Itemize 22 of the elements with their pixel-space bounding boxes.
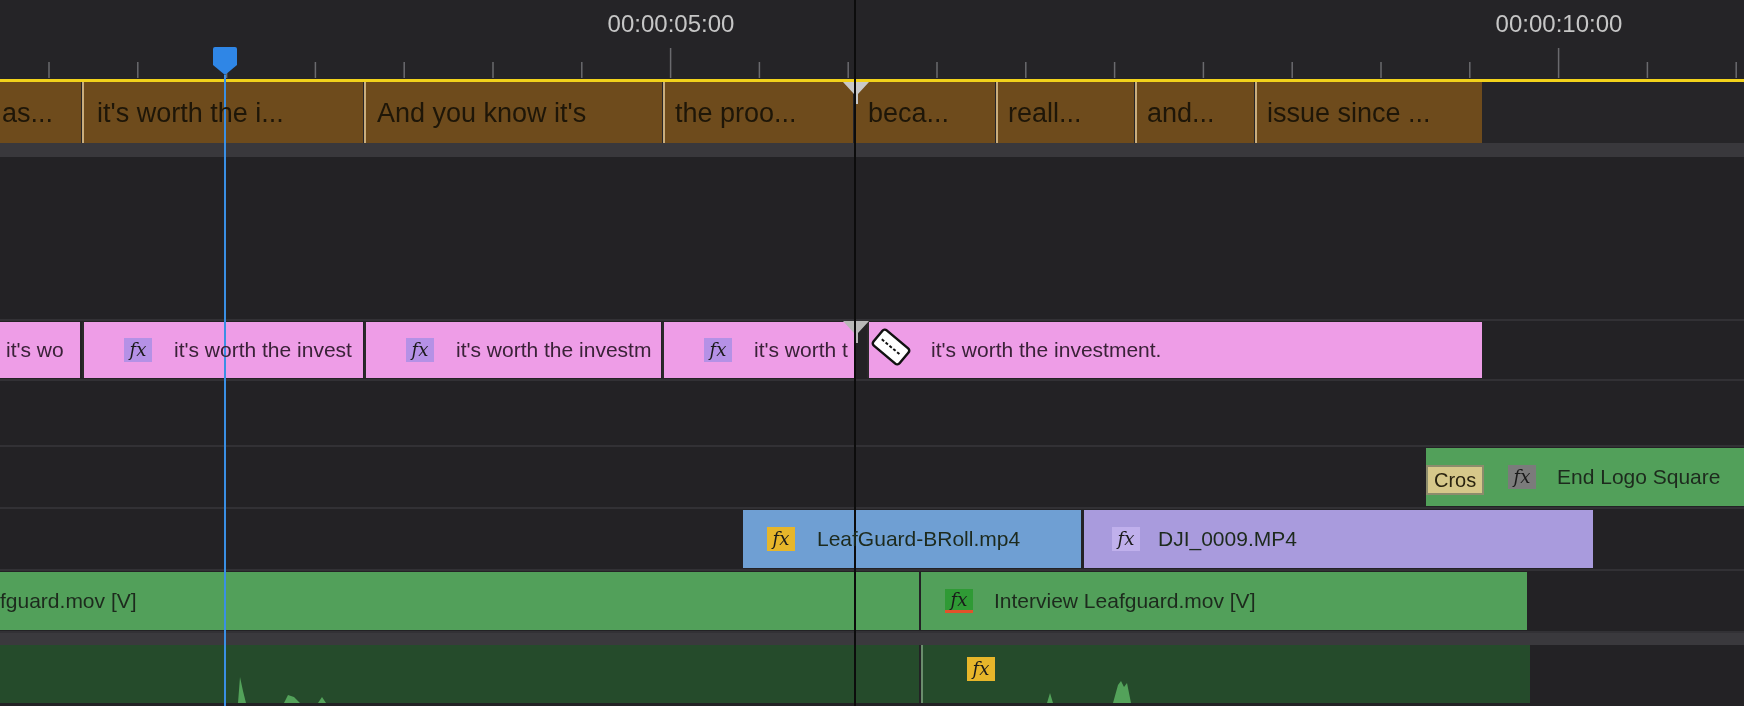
audio-clip[interactable] <box>0 645 919 703</box>
fx-badge: fx <box>406 338 434 362</box>
graphic-clip[interactable]: it's wo <box>0 322 80 378</box>
fx-badge: fx <box>1508 465 1536 489</box>
video-clip[interactable]: fguard.mov [V] <box>0 572 919 630</box>
fx-badge: fx <box>704 338 732 362</box>
transition-marker[interactable]: Cros <box>1426 465 1484 495</box>
fx-badge: fx <box>945 589 973 613</box>
graphic-clip[interactable]: fx it's worth t <box>662 322 854 378</box>
fx-badge: fx <box>124 338 152 362</box>
timecode-label: 00:00:10:00 <box>1495 10 1623 38</box>
audio-clip[interactable]: fx <box>921 645 1530 703</box>
video-clip[interactable]: Cros fx End Logo Square <box>1426 448 1744 506</box>
graphic-clip[interactable]: fx it's worth the investm <box>364 322 661 378</box>
fx-badge: fx <box>967 657 995 681</box>
graphic-clip[interactable]: it's worth the investment. <box>867 322 1482 378</box>
timecode-label: 00:00:05:00 <box>607 10 735 38</box>
fx-badge: fx <box>767 527 795 551</box>
fx-badge: fx <box>1112 527 1140 551</box>
video-clip[interactable]: fx DJI_0009.MP4 <box>1084 510 1593 568</box>
playhead-handle[interactable] <box>212 47 238 75</box>
video-clip[interactable]: fx Interview Leafguard.mov [V] <box>921 572 1527 630</box>
